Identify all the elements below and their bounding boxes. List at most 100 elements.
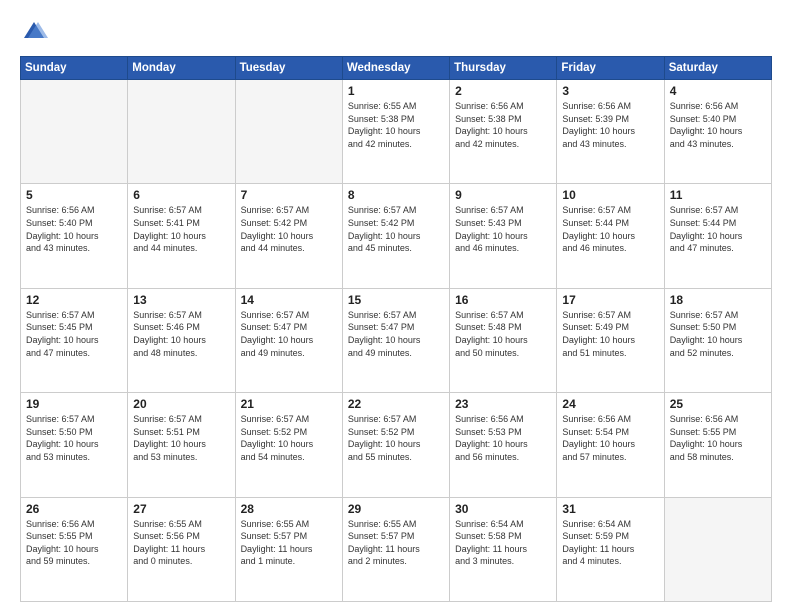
day-number: 7 — [241, 188, 337, 202]
day-number: 23 — [455, 397, 551, 411]
day-header-thursday: Thursday — [450, 57, 557, 80]
calendar-cell: 21 Sunrise: 6:57 AM Sunset: 5:52 PM Dayli… — [235, 393, 342, 497]
day-number: 14 — [241, 293, 337, 307]
day-header-tuesday: Tuesday — [235, 57, 342, 80]
day-info: Sunrise: 6:55 AM Sunset: 5:38 PM Dayligh… — [348, 100, 444, 150]
day-number: 6 — [133, 188, 229, 202]
calendar-week-2: 5 Sunrise: 6:56 AM Sunset: 5:40 PM Daylig… — [21, 184, 772, 288]
day-number: 28 — [241, 502, 337, 516]
calendar-cell: 5 Sunrise: 6:56 AM Sunset: 5:40 PM Daylig… — [21, 184, 128, 288]
calendar-week-3: 12 Sunrise: 6:57 AM Sunset: 5:45 PM Dayli… — [21, 288, 772, 392]
day-number: 31 — [562, 502, 658, 516]
logo — [20, 18, 52, 46]
calendar-cell: 13 Sunrise: 6:57 AM Sunset: 5:46 PM Dayli… — [128, 288, 235, 392]
day-number: 24 — [562, 397, 658, 411]
calendar-cell: 25 Sunrise: 6:56 AM Sunset: 5:55 PM Dayli… — [664, 393, 771, 497]
day-info: Sunrise: 6:57 AM Sunset: 5:52 PM Dayligh… — [241, 413, 337, 463]
calendar-header-row: SundayMondayTuesdayWednesdayThursdayFrid… — [21, 57, 772, 80]
calendar-cell: 22 Sunrise: 6:57 AM Sunset: 5:52 PM Dayli… — [342, 393, 449, 497]
day-info: Sunrise: 6:54 AM Sunset: 5:58 PM Dayligh… — [455, 518, 551, 568]
day-info: Sunrise: 6:57 AM Sunset: 5:49 PM Dayligh… — [562, 309, 658, 359]
day-info: Sunrise: 6:57 AM Sunset: 5:47 PM Dayligh… — [348, 309, 444, 359]
day-number: 19 — [26, 397, 122, 411]
calendar-cell: 27 Sunrise: 6:55 AM Sunset: 5:56 PM Dayli… — [128, 497, 235, 601]
day-header-saturday: Saturday — [664, 57, 771, 80]
day-info: Sunrise: 6:56 AM Sunset: 5:54 PM Dayligh… — [562, 413, 658, 463]
day-number: 9 — [455, 188, 551, 202]
calendar-cell: 29 Sunrise: 6:55 AM Sunset: 5:57 PM Dayli… — [342, 497, 449, 601]
calendar-cell: 24 Sunrise: 6:56 AM Sunset: 5:54 PM Dayli… — [557, 393, 664, 497]
day-info: Sunrise: 6:57 AM Sunset: 5:48 PM Dayligh… — [455, 309, 551, 359]
calendar-cell — [21, 80, 128, 184]
calendar-cell — [664, 497, 771, 601]
day-number: 17 — [562, 293, 658, 307]
day-number: 13 — [133, 293, 229, 307]
calendar-cell — [235, 80, 342, 184]
day-number: 27 — [133, 502, 229, 516]
day-number: 18 — [670, 293, 766, 307]
calendar-cell: 31Sunrise: 6:54 AM Sunset: 5:59 PM Dayli… — [557, 497, 664, 601]
calendar-cell: 2 Sunrise: 6:56 AM Sunset: 5:38 PM Daylig… — [450, 80, 557, 184]
day-number: 16 — [455, 293, 551, 307]
logo-icon — [20, 18, 48, 46]
page: SundayMondayTuesdayWednesdayThursdayFrid… — [0, 0, 792, 612]
calendar-table: SundayMondayTuesdayWednesdayThursdayFrid… — [20, 56, 772, 602]
calendar-cell: 17 Sunrise: 6:57 AM Sunset: 5:49 PM Dayli… — [557, 288, 664, 392]
day-info: Sunrise: 6:56 AM Sunset: 5:55 PM Dayligh… — [26, 518, 122, 568]
calendar-week-5: 26 Sunrise: 6:56 AM Sunset: 5:55 PM Dayli… — [21, 497, 772, 601]
day-info: Sunrise: 6:56 AM Sunset: 5:55 PM Dayligh… — [670, 413, 766, 463]
calendar-cell: 3 Sunrise: 6:56 AM Sunset: 5:39 PM Daylig… — [557, 80, 664, 184]
calendar-week-1: 1 Sunrise: 6:55 AM Sunset: 5:38 PM Daylig… — [21, 80, 772, 184]
calendar-cell: 8Sunrise: 6:57 AM Sunset: 5:42 PM Daylig… — [342, 184, 449, 288]
day-info: Sunrise: 6:55 AM Sunset: 5:57 PM Dayligh… — [348, 518, 444, 568]
day-info: Sunrise: 6:57 AM Sunset: 5:50 PM Dayligh… — [26, 413, 122, 463]
day-info: Sunrise: 6:56 AM Sunset: 5:53 PM Dayligh… — [455, 413, 551, 463]
day-info: Sunrise: 6:57 AM Sunset: 5:46 PM Dayligh… — [133, 309, 229, 359]
day-number: 25 — [670, 397, 766, 411]
calendar-cell: 12 Sunrise: 6:57 AM Sunset: 5:45 PM Dayli… — [21, 288, 128, 392]
day-header-sunday: Sunday — [21, 57, 128, 80]
day-number: 3 — [562, 84, 658, 98]
calendar-cell: 20Sunrise: 6:57 AM Sunset: 5:51 PM Dayli… — [128, 393, 235, 497]
calendar-cell: 23 Sunrise: 6:56 AM Sunset: 5:53 PM Dayli… — [450, 393, 557, 497]
day-info: Sunrise: 6:57 AM Sunset: 5:52 PM Dayligh… — [348, 413, 444, 463]
calendar-cell: 18Sunrise: 6:57 AM Sunset: 5:50 PM Dayli… — [664, 288, 771, 392]
day-info: Sunrise: 6:57 AM Sunset: 5:42 PM Dayligh… — [241, 204, 337, 254]
day-info: Sunrise: 6:55 AM Sunset: 5:56 PM Dayligh… — [133, 518, 229, 568]
day-info: Sunrise: 6:57 AM Sunset: 5:47 PM Dayligh… — [241, 309, 337, 359]
day-info: Sunrise: 6:56 AM Sunset: 5:40 PM Dayligh… — [26, 204, 122, 254]
calendar-cell: 19 Sunrise: 6:57 AM Sunset: 5:50 PM Dayli… — [21, 393, 128, 497]
calendar-cell: 6Sunrise: 6:57 AM Sunset: 5:41 PM Daylig… — [128, 184, 235, 288]
day-number: 5 — [26, 188, 122, 202]
calendar-cell: 9 Sunrise: 6:57 AM Sunset: 5:43 PM Daylig… — [450, 184, 557, 288]
day-number: 4 — [670, 84, 766, 98]
calendar-cell: 26 Sunrise: 6:56 AM Sunset: 5:55 PM Dayli… — [21, 497, 128, 601]
calendar-cell: 30 Sunrise: 6:54 AM Sunset: 5:58 PM Dayli… — [450, 497, 557, 601]
day-number: 15 — [348, 293, 444, 307]
calendar-cell: 4Sunrise: 6:56 AM Sunset: 5:40 PM Daylig… — [664, 80, 771, 184]
day-number: 2 — [455, 84, 551, 98]
day-info: Sunrise: 6:55 AM Sunset: 5:57 PM Dayligh… — [241, 518, 337, 568]
calendar-cell: 14 Sunrise: 6:57 AM Sunset: 5:47 PM Dayli… — [235, 288, 342, 392]
calendar-cell: 11Sunrise: 6:57 AM Sunset: 5:44 PM Dayli… — [664, 184, 771, 288]
calendar-week-4: 19 Sunrise: 6:57 AM Sunset: 5:50 PM Dayli… — [21, 393, 772, 497]
day-number: 29 — [348, 502, 444, 516]
day-info: Sunrise: 6:57 AM Sunset: 5:44 PM Dayligh… — [670, 204, 766, 254]
day-header-wednesday: Wednesday — [342, 57, 449, 80]
day-header-friday: Friday — [557, 57, 664, 80]
day-number: 8 — [348, 188, 444, 202]
day-number: 26 — [26, 502, 122, 516]
day-number: 12 — [26, 293, 122, 307]
calendar-cell: 10Sunrise: 6:57 AM Sunset: 5:44 PM Dayli… — [557, 184, 664, 288]
day-number: 10 — [562, 188, 658, 202]
day-info: Sunrise: 6:57 AM Sunset: 5:45 PM Dayligh… — [26, 309, 122, 359]
day-info: Sunrise: 6:56 AM Sunset: 5:38 PM Dayligh… — [455, 100, 551, 150]
day-number: 22 — [348, 397, 444, 411]
day-number: 1 — [348, 84, 444, 98]
day-number: 30 — [455, 502, 551, 516]
day-info: Sunrise: 6:56 AM Sunset: 5:39 PM Dayligh… — [562, 100, 658, 150]
calendar-cell: 16 Sunrise: 6:57 AM Sunset: 5:48 PM Dayli… — [450, 288, 557, 392]
day-number: 20 — [133, 397, 229, 411]
day-info: Sunrise: 6:57 AM Sunset: 5:43 PM Dayligh… — [455, 204, 551, 254]
day-number: 21 — [241, 397, 337, 411]
